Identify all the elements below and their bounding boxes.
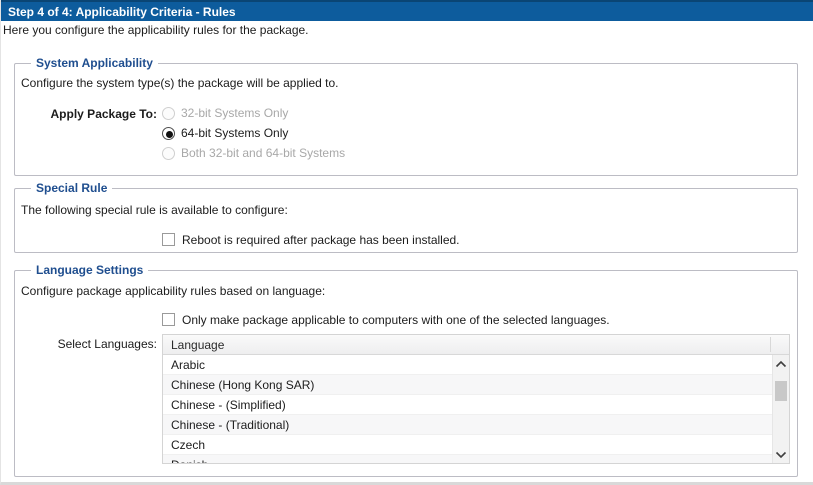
language-row-label: Chinese - (Simplified) [171, 398, 286, 412]
scrollbar-thumb[interactable] [775, 381, 787, 401]
radio-option-64bit[interactable]: 64-bit Systems Only [162, 125, 288, 141]
special-rule-description: The following special rule is available … [21, 203, 288, 217]
radio-option-both: Both 32-bit and 64-bit Systems [162, 145, 345, 161]
language-row-label: Chinese - (Traditional) [171, 418, 289, 432]
system-applicability-description: Configure the system type(s) the package… [21, 76, 339, 90]
scroll-down-icon[interactable] [773, 447, 789, 462]
language-settings-description: Configure package applicability rules ba… [21, 284, 325, 298]
language-column-header-label: Language [171, 338, 224, 352]
radio-both-label: Both 32-bit and 64-bit Systems [181, 146, 345, 160]
language-row-chinese-traditional[interactable]: Chinese - (Traditional) [163, 415, 772, 435]
header-divider [770, 337, 771, 352]
radio-both-icon [162, 147, 175, 160]
wizard-step-panel: Step 4 of 4: Applicability Criteria - Ru… [0, 0, 813, 485]
step-title: Step 4 of 4: Applicability Criteria - Ru… [1, 5, 236, 19]
language-filter-label[interactable]: Only make package applicable to computer… [182, 313, 610, 327]
language-settings-group: Language Settings Configure package appl… [14, 270, 798, 477]
radio-64bit-label[interactable]: 64-bit Systems Only [181, 126, 288, 140]
reboot-required-label[interactable]: Reboot is required after package has bee… [182, 233, 460, 247]
language-settings-legend: Language Settings [31, 263, 148, 277]
apply-package-to-label: Apply Package To: [15, 107, 157, 121]
language-filter-checkbox[interactable] [162, 313, 175, 326]
language-row-czech[interactable]: Czech [163, 435, 772, 455]
step-subtitle: Here you configure the applicability rul… [3, 23, 309, 37]
language-list[interactable]: Language Arabic Chinese (Hong Kong SAR) … [162, 334, 790, 464]
language-row-label: Czech [171, 438, 205, 452]
language-row-chinese-hk[interactable]: Chinese (Hong Kong SAR) [163, 375, 772, 395]
list-scrollbar[interactable] [772, 355, 789, 463]
language-row-danish[interactable]: Danish [163, 455, 772, 463]
language-row-chinese-simplified[interactable]: Chinese - (Simplified) [163, 395, 772, 415]
system-applicability-legend: System Applicability [31, 56, 158, 70]
language-filter-checkbox-row[interactable]: Only make package applicable to computer… [162, 312, 610, 327]
select-languages-label: Select Languages: [15, 337, 157, 351]
language-row-label: Arabic [171, 358, 205, 372]
reboot-required-checkbox-row[interactable]: Reboot is required after package has bee… [162, 232, 460, 247]
system-applicability-group: System Applicability Configure the syste… [14, 63, 798, 176]
language-row-arabic[interactable]: Arabic [163, 355, 772, 375]
radio-64bit-icon[interactable] [162, 127, 175, 140]
reboot-required-checkbox[interactable] [162, 233, 175, 246]
scroll-up-icon[interactable] [773, 356, 789, 371]
language-column-header[interactable]: Language [163, 335, 789, 355]
language-row-label: Danish [171, 458, 208, 464]
radio-option-32bit: 32-bit Systems Only [162, 105, 288, 121]
language-row-label: Chinese (Hong Kong SAR) [171, 378, 314, 392]
radio-32bit-icon [162, 107, 175, 120]
radio-32bit-label: 32-bit Systems Only [181, 106, 288, 120]
step-title-bar: Step 4 of 4: Applicability Criteria - Ru… [1, 0, 813, 21]
special-rule-legend: Special Rule [31, 181, 112, 195]
language-rows: Arabic Chinese (Hong Kong SAR) Chinese -… [163, 355, 772, 463]
special-rule-group: Special Rule The following special rule … [14, 188, 798, 253]
